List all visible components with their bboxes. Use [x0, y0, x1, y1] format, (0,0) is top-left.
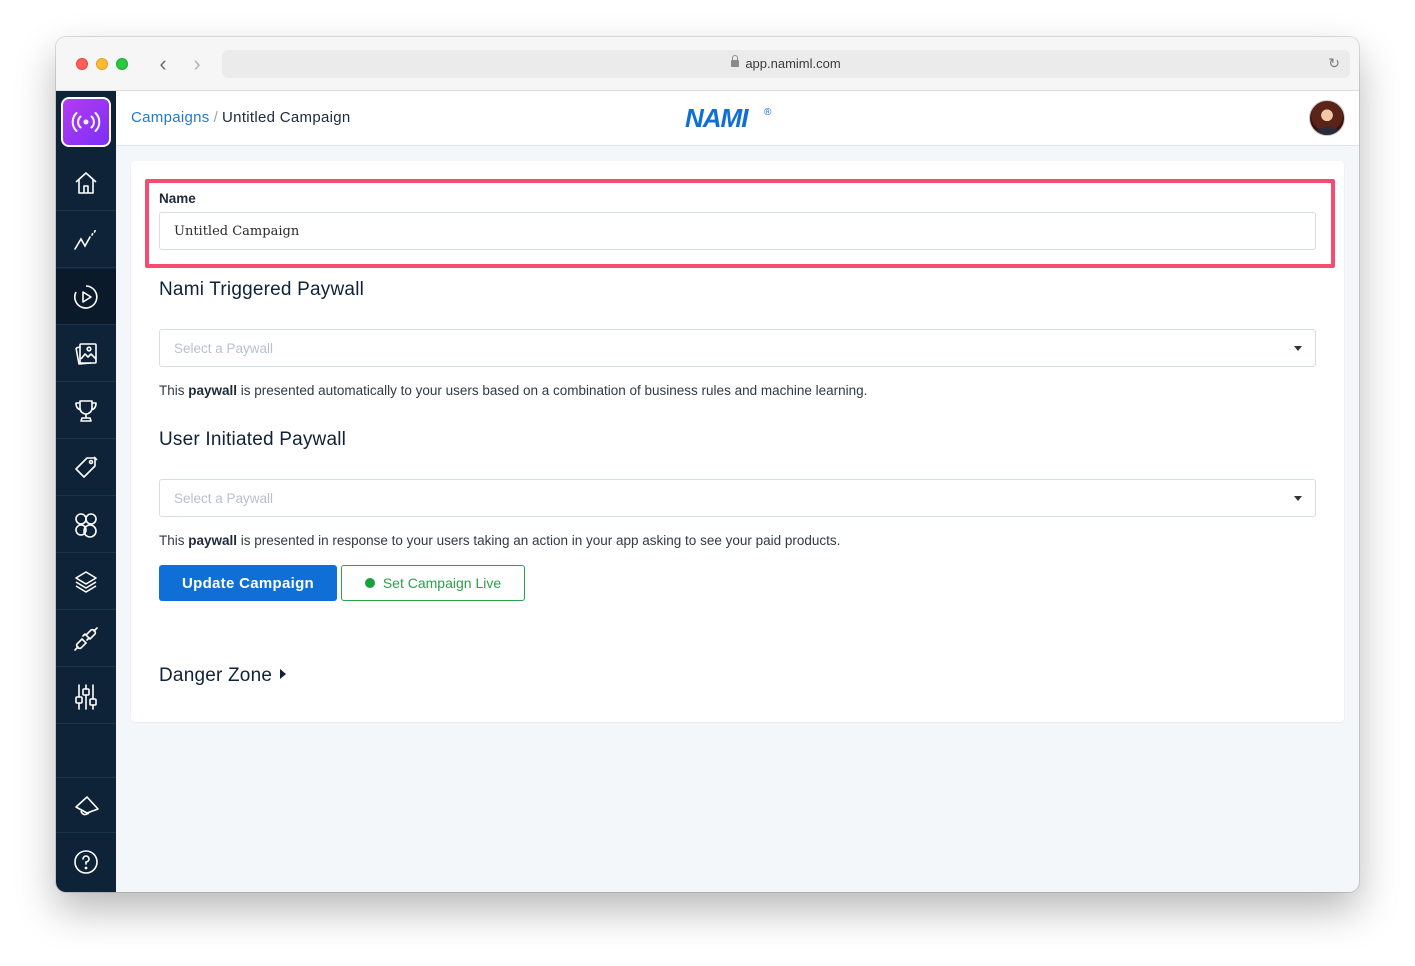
user-initiated-paywall-select[interactable]: Select a Paywall [159, 479, 1316, 517]
user-help-prefix: This [159, 533, 189, 548]
reload-icon[interactable]: ↻ [1328, 55, 1340, 72]
address-bar[interactable]: app.namiml.com ↻ [222, 50, 1350, 78]
user-help-bold: paywall [188, 533, 238, 548]
announcement-icon [75, 796, 99, 816]
triggered-paywall-select[interactable]: Select a Paywall [159, 329, 1316, 367]
triggered-paywall-title: Nami Triggered Paywall [159, 279, 365, 300]
sidebar-item-help[interactable] [56, 834, 116, 890]
url-text: app.namiml.com [745, 56, 841, 71]
audiences-icon [75, 513, 97, 538]
zoom-window-button[interactable] [116, 58, 128, 70]
trophy-icon [75, 400, 97, 422]
tag-icon [75, 456, 98, 478]
sidebar-item-paywalls[interactable] [56, 326, 116, 382]
sidebar-item-audiences[interactable] [56, 497, 116, 553]
breadcrumb-current: Untitled Campaign [222, 109, 351, 126]
caret-right-icon [280, 669, 287, 679]
triggered-help-bold: paywall [188, 383, 238, 398]
chevron-down-icon [1294, 496, 1302, 501]
nami-logo: NAMI ® [685, 103, 775, 138]
breadcrumb-separator: / [213, 109, 219, 126]
set-campaign-live-button[interactable]: Set Campaign Live [341, 565, 525, 601]
live-status-dot-icon [364, 578, 375, 588]
layers-icon [75, 571, 97, 593]
sidebar [56, 91, 116, 892]
sidebar-item-tags[interactable] [56, 440, 116, 496]
update-campaign-button[interactable]: Update Campaign [159, 565, 337, 601]
user-avatar[interactable] [1309, 100, 1345, 136]
brand-registered-mark: ® [764, 107, 772, 118]
danger-zone-toggle[interactable]: Danger Zone [159, 665, 287, 687]
campaigns-icon [74, 285, 98, 309]
back-arrow-icon[interactable]: ‹ [152, 51, 174, 77]
campaign-name-input[interactable] [159, 212, 1316, 250]
sidebar-item-home[interactable] [56, 155, 116, 211]
user-help-suffix: is presented in response to your users t… [237, 533, 841, 548]
paywalls-icon [75, 343, 97, 365]
triggered-paywall-placeholder: Select a Paywall [174, 341, 274, 356]
lock-icon [731, 55, 740, 67]
sidebar-item-layers[interactable] [56, 554, 116, 610]
sidebar-item-settings[interactable] [56, 668, 116, 724]
triggered-help-suffix: is presented automatically to your users… [237, 383, 868, 398]
brand-text: NAMI [685, 103, 749, 133]
name-label: Name [159, 191, 196, 206]
help-icon [74, 850, 98, 874]
user-initiated-paywall-title: User Initiated Paywall [159, 429, 347, 450]
sidebar-item-announcements[interactable] [56, 777, 116, 833]
home-icon [75, 172, 97, 194]
breadcrumb: Campaigns / Untitled Campaign [131, 109, 351, 126]
sidebar-item-trophy[interactable] [56, 383, 116, 439]
browser-toolbar: ‹ › app.namiml.com ↻ [56, 37, 1359, 91]
forward-arrow-icon[interactable]: › [186, 51, 208, 77]
danger-zone-label: Danger Zone [159, 665, 273, 686]
set-campaign-live-label: Set Campaign Live [382, 575, 502, 591]
close-window-button[interactable] [76, 58, 88, 70]
integrations-icon [74, 627, 98, 651]
nami-logo-mark: NAMI ® [685, 103, 772, 133]
campaign-form-card: Name Nami Triggered Paywall Select a Pay… [131, 161, 1344, 722]
sidebar-item-campaigns[interactable] [56, 269, 116, 325]
user-initiated-paywall-placeholder: Select a Paywall [174, 491, 274, 506]
breadcrumb-campaigns-link[interactable]: Campaigns [131, 109, 210, 126]
minimize-window-button[interactable] [96, 58, 108, 70]
chevron-down-icon [1294, 346, 1302, 351]
settings-sliders-icon [75, 684, 97, 710]
sidebar-item-analytics[interactable] [56, 212, 116, 268]
sidebar-item-integrations[interactable] [56, 611, 116, 667]
user-initiated-paywall-help: This paywall is presented in response to… [159, 533, 840, 548]
app-logo-icon[interactable] [61, 97, 111, 147]
triggered-help-prefix: This [159, 383, 189, 398]
app-header: Campaigns / Untitled Campaign NAMI ® [116, 91, 1359, 146]
analytics-icon [74, 229, 97, 250]
browser-window: ‹ › app.namiml.com ↻ Campaigns / Untitle… [56, 37, 1359, 892]
triggered-paywall-help: This paywall is presented automatically … [159, 383, 867, 398]
